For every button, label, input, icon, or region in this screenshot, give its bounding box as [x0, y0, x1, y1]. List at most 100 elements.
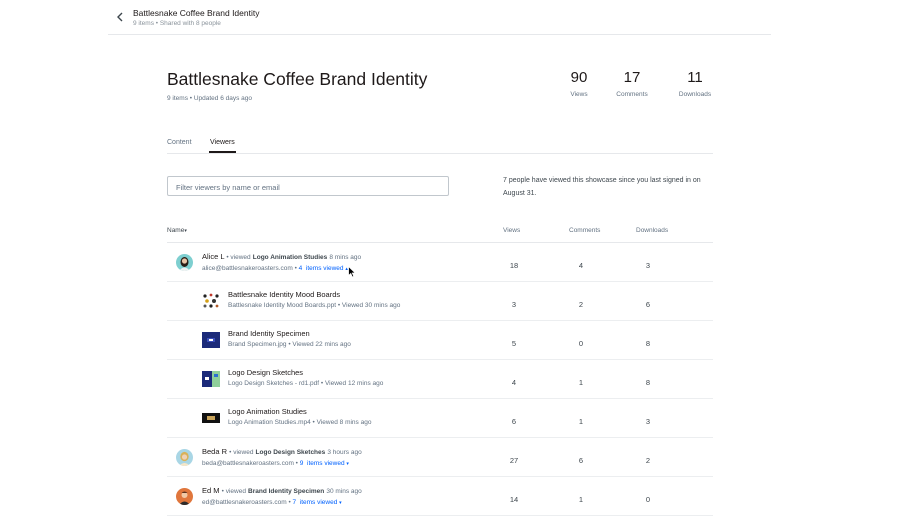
filter-viewers-field[interactable] [167, 176, 449, 197]
file-title[interactable]: Battlesnake Identity Mood Boards [228, 290, 340, 299]
tabs-divider [167, 153, 713, 154]
stat-comments-label: Comments [616, 91, 648, 98]
viewed-time: 3 hours ago [327, 449, 362, 456]
back-button[interactable] [116, 11, 128, 25]
viewed-time: 8 mins ago [329, 254, 362, 261]
stat-downloads-label: Downloads [678, 91, 712, 98]
column-header-name-label: Name [167, 227, 185, 234]
specimen-thumbnail [202, 332, 220, 348]
tab-viewers[interactable]: Viewers [210, 139, 235, 146]
page-meta: 9 items • Updated 6 days ago [167, 95, 253, 102]
caret-down-icon: ▾ [339, 500, 342, 506]
file-title[interactable]: Logo Animation Studies [228, 407, 307, 416]
active-tab-indicator [209, 151, 236, 153]
items-viewed-label: items viewed [299, 499, 338, 506]
caret-down-icon: ▾ [346, 461, 349, 467]
items-viewed-toggle[interactable]: 4 items viewed ▴ [299, 265, 348, 272]
viewed-prefix: viewed [225, 488, 246, 495]
viewed-item: Logo Animation Studies [252, 254, 328, 261]
row-downloads: 3 [645, 261, 651, 270]
row-views: 14 [509, 495, 519, 504]
row-views: 3 [511, 300, 517, 309]
mood-board-thumbnail [202, 293, 220, 309]
file-title[interactable]: Brand Identity Specimen [228, 329, 310, 338]
file-row[interactable]: Brand Identity Specimen Brand Specimen.j… [167, 321, 713, 360]
avatar [176, 488, 193, 505]
sketches-thumbnail [202, 371, 220, 387]
topbar-divider [108, 34, 771, 35]
viewer-row[interactable]: Ed M • viewed Brand Identity Specimen 30… [167, 477, 713, 516]
stat-comments-value: 17 [623, 69, 641, 86]
items-viewed-label: items viewed [305, 265, 344, 272]
items-viewed-count: 4 [298, 265, 303, 272]
row-downloads: 0 [645, 495, 651, 504]
specimen-thumbnail-icon [202, 332, 220, 348]
stat-views-label: Views [570, 91, 588, 98]
file-row[interactable]: Logo Design Sketches Logo Design Sketche… [167, 360, 713, 399]
topbar-subtitle: 9 items • Shared with 8 people [133, 20, 221, 27]
file-row[interactable]: Logo Animation Studies Logo Animation St… [167, 399, 713, 438]
tab-content[interactable]: Content [167, 139, 192, 146]
row-views: 18 [509, 261, 519, 270]
row-comments: 2 [578, 300, 584, 309]
row-views: 27 [509, 456, 519, 465]
mood-board-thumbnail-icon [203, 293, 219, 308]
stat-downloads-value: 11 [687, 69, 703, 86]
file-row[interactable]: Battlesnake Identity Mood Boards Battles… [167, 282, 713, 321]
row-comments: 1 [578, 495, 584, 504]
viewer-name: Ed M [202, 486, 220, 495]
items-viewed-label: items viewed [307, 460, 345, 467]
page-title: Battlesnake Coffee Brand Identity [167, 69, 428, 89]
stat-downloads: 11 Downloads [665, 69, 725, 98]
viewer-row[interactable]: Alice L • viewed Logo Animation Studies … [167, 243, 713, 282]
filter-viewers-input[interactable] [168, 178, 448, 197]
row-views: 6 [511, 417, 517, 426]
viewer-name: Beda R [202, 447, 228, 456]
avatar-image [179, 257, 190, 271]
avatar-image [179, 491, 190, 505]
topbar-title: Battlesnake Coffee Brand Identity [133, 8, 260, 18]
animation-thumbnail [202, 410, 220, 426]
stat-comments: 17 Comments [602, 69, 662, 98]
items-viewed-count: 9 [299, 460, 304, 467]
column-header-downloads: Downloads [636, 227, 669, 234]
row-comments: 1 [578, 378, 584, 387]
sort-caret-icon: ▾ [184, 228, 187, 234]
file-subtitle: Logo Design Sketches - rd1.pdf • Viewed … [228, 380, 384, 387]
viewer-details: ed@battlesnakeroasters.com • 7 items vie… [202, 499, 342, 506]
row-downloads: 3 [645, 417, 651, 426]
column-header-name[interactable]: Name▾ [167, 227, 187, 234]
avatar [176, 254, 193, 271]
viewer-email: beda@battlesnakeroasters.com [202, 460, 294, 467]
viewed-prefix: viewed [233, 449, 254, 456]
viewer-email: alice@battlesnakeroasters.com [202, 265, 293, 272]
avatar-image [179, 451, 190, 466]
file-subtitle: Battlesnake Identity Mood Boards.ppt • V… [228, 302, 401, 309]
sketches-thumbnail-icon [202, 371, 220, 387]
mouse-cursor-icon [348, 265, 357, 278]
row-comments: 1 [578, 417, 584, 426]
file-subtitle: Logo Animation Studies.mp4 • Viewed 8 mi… [228, 419, 372, 426]
items-viewed-toggle[interactable]: 9 items viewed ▾ [300, 460, 349, 467]
row-downloads: 8 [645, 378, 651, 387]
column-header-comments: Comments [569, 227, 601, 234]
row-comments: 4 [578, 261, 584, 270]
viewer-activity: Alice L • viewed Logo Animation Studies … [202, 252, 361, 261]
row-downloads: 2 [645, 456, 651, 465]
file-subtitle: Brand Specimen.jpg • Viewed 22 mins ago [228, 341, 351, 348]
animation-thumbnail-icon [202, 413, 220, 423]
items-viewed-toggle[interactable]: 7 items viewed ▾ [293, 499, 342, 506]
chevron-left-icon [117, 12, 123, 22]
viewed-time: 30 mins ago [326, 488, 362, 495]
viewer-row[interactable]: Beda R • viewed Logo Design Sketches 3 h… [167, 438, 713, 477]
viewer-activity: Ed M • viewed Brand Identity Specimen 30… [202, 486, 362, 495]
file-title[interactable]: Logo Design Sketches [228, 368, 303, 377]
row-comments: 0 [578, 339, 584, 348]
viewer-name: Alice L [202, 252, 225, 261]
viewed-prefix: viewed [230, 254, 251, 261]
row-views: 5 [511, 339, 517, 348]
viewer-activity: Beda R • viewed Logo Design Sketches 3 h… [202, 447, 362, 456]
row-comments: 6 [578, 456, 584, 465]
viewed-item: Logo Design Sketches [255, 449, 326, 456]
viewer-details: alice@battlesnakeroasters.com • 4 items … [202, 265, 348, 272]
